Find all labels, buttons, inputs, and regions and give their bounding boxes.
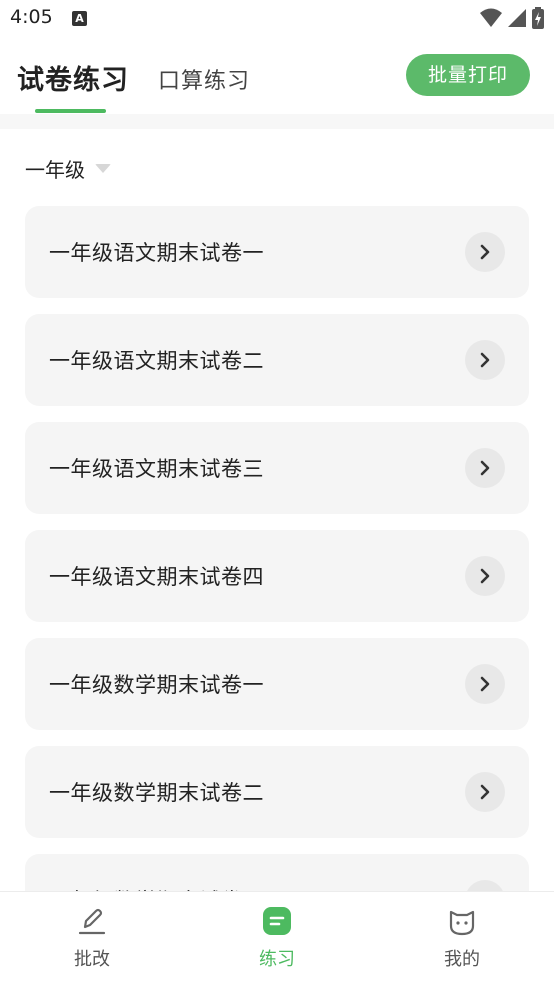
nav-label-practice: 练习 bbox=[259, 949, 295, 970]
paper-title: 一年级语文期末试卷一 bbox=[49, 241, 264, 265]
paper-card[interactable]: 一年级数学期末试卷一 bbox=[25, 638, 529, 730]
nav-label-grading: 批改 bbox=[74, 949, 110, 970]
grade-label: 一年级 bbox=[25, 157, 85, 182]
bottom-nav: 批改 练习 我的 bbox=[0, 891, 554, 984]
cat-face-icon bbox=[449, 910, 475, 936]
paper-card[interactable]: 一年级语文期末试卷三 bbox=[25, 422, 529, 514]
nav-label-mine: 我的 bbox=[444, 949, 480, 970]
paper-title: 一年级数学期末试卷二 bbox=[49, 781, 264, 805]
paper-card[interactable]: 一年级语文期末试卷四 bbox=[25, 530, 529, 622]
chevron-right-icon[interactable] bbox=[465, 340, 505, 380]
grade-selector[interactable]: 一年级 bbox=[25, 155, 111, 182]
status-icons bbox=[480, 7, 544, 29]
chevron-right-icon[interactable] bbox=[465, 664, 505, 704]
practice-icon bbox=[263, 907, 291, 935]
status-time: 4:05 bbox=[10, 6, 53, 28]
paper-card[interactable]: 一年级语文期末试卷二 bbox=[25, 314, 529, 406]
chevron-right-icon[interactable] bbox=[465, 448, 505, 488]
signal-icon bbox=[508, 9, 526, 27]
header-divider bbox=[0, 114, 554, 129]
chevron-right-icon[interactable] bbox=[465, 232, 505, 272]
paper-title: 一年级数学期末试卷一 bbox=[49, 673, 264, 697]
pencil-icon bbox=[78, 908, 106, 935]
paper-card[interactable]: 一年级语文期末试卷一 bbox=[25, 206, 529, 298]
battery-icon bbox=[532, 7, 544, 29]
caret-down-icon bbox=[95, 163, 111, 173]
tab-paper-practice[interactable]: 试卷练习 bbox=[17, 58, 129, 97]
wifi-icon bbox=[480, 8, 502, 27]
paper-title: 一年级语文期末试卷二 bbox=[49, 349, 264, 373]
paper-card[interactable]: 一年级数学期末试卷二 bbox=[25, 746, 529, 838]
chevron-right-icon[interactable] bbox=[465, 772, 505, 812]
tab-mental-math[interactable]: 口算练习 bbox=[158, 63, 250, 95]
paper-list: 一年级语文期末试卷一 一年级语文期末试卷二 一年级语文期末试卷三 一年级语文期末试卷四… bbox=[25, 206, 529, 962]
nav-item-grading[interactable]: 批改 bbox=[0, 892, 184, 984]
chevron-right-icon[interactable] bbox=[465, 556, 505, 596]
nav-item-mine[interactable]: 我的 bbox=[370, 892, 554, 984]
notification-icon bbox=[72, 11, 87, 26]
paper-title: 一年级语文期末试卷三 bbox=[49, 457, 264, 481]
screen: 4:05 试卷练习 口算练习 批量打印 一年级 一年级语文期末试卷一一年级语文期 bbox=[0, 0, 554, 984]
batch-print-button[interactable]: 批量打印 bbox=[406, 54, 530, 96]
paper-title: 一年级语文期末试卷四 bbox=[49, 565, 264, 589]
status-bar: 4:05 bbox=[0, 0, 554, 38]
tab-active-indicator bbox=[35, 109, 106, 113]
header: 试卷练习 口算练习 批量打印 bbox=[0, 38, 554, 114]
nav-item-practice[interactable]: 练习 bbox=[185, 892, 369, 984]
